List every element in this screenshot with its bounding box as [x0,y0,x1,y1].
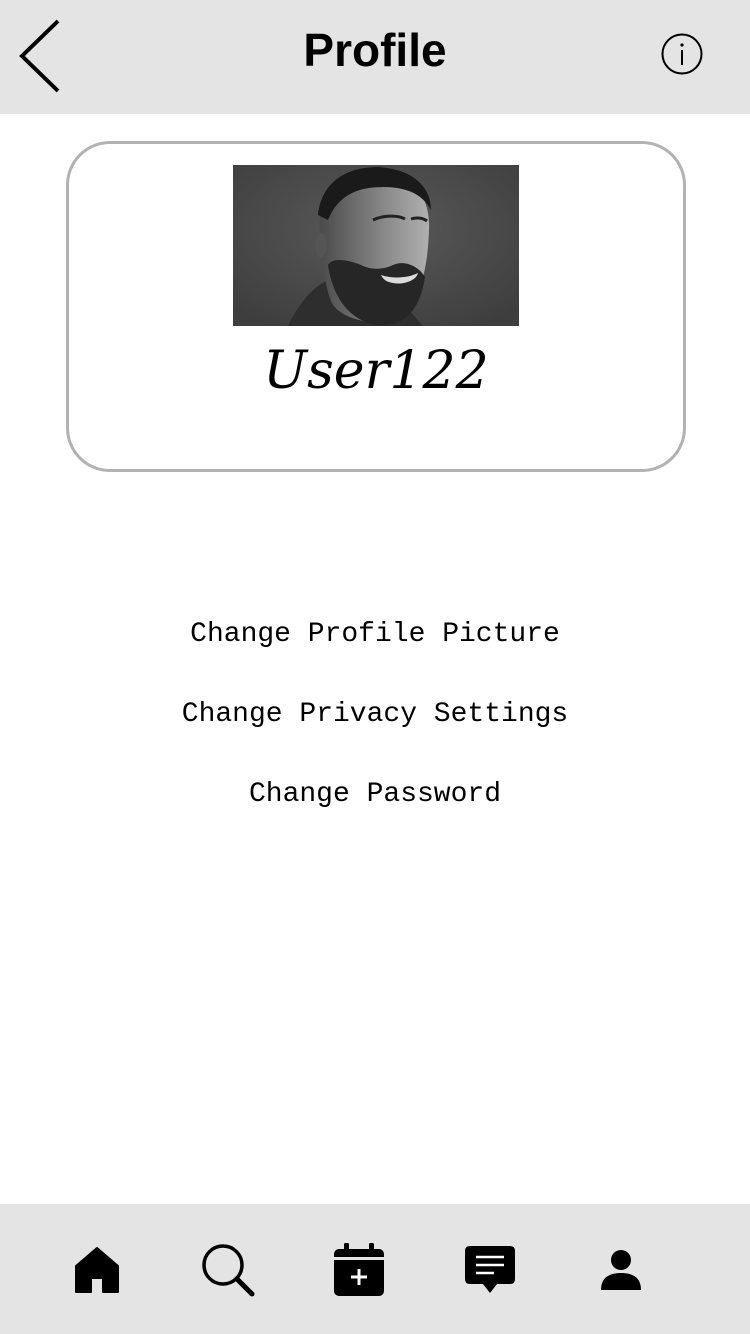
change-password-link[interactable]: Change Password [0,770,750,820]
search-icon [202,1244,255,1297]
tab-messages[interactable] [460,1240,520,1300]
info-button[interactable] [661,33,703,75]
tab-add-event[interactable] [329,1240,389,1300]
calendar-add-icon [334,1243,384,1296]
tab-search[interactable] [198,1240,258,1300]
change-profile-picture-link[interactable]: Change Profile Picture [0,610,750,660]
username: User122 [263,341,489,401]
avatar [233,165,519,326]
tab-home[interactable] [67,1240,127,1300]
message-icon [465,1246,515,1293]
home-icon [75,1247,119,1293]
header-bar: Profile [0,0,750,114]
settings-list: Change Profile Picture Change Privacy Se… [0,610,750,850]
profile-card: User122 [66,141,686,472]
info-icon [661,33,703,75]
page-title: Profile [303,24,447,76]
tab-profile[interactable] [591,1240,651,1300]
change-privacy-settings-link[interactable]: Change Privacy Settings [0,690,750,740]
person-icon [601,1250,641,1290]
bottom-tab-bar [0,1204,750,1334]
